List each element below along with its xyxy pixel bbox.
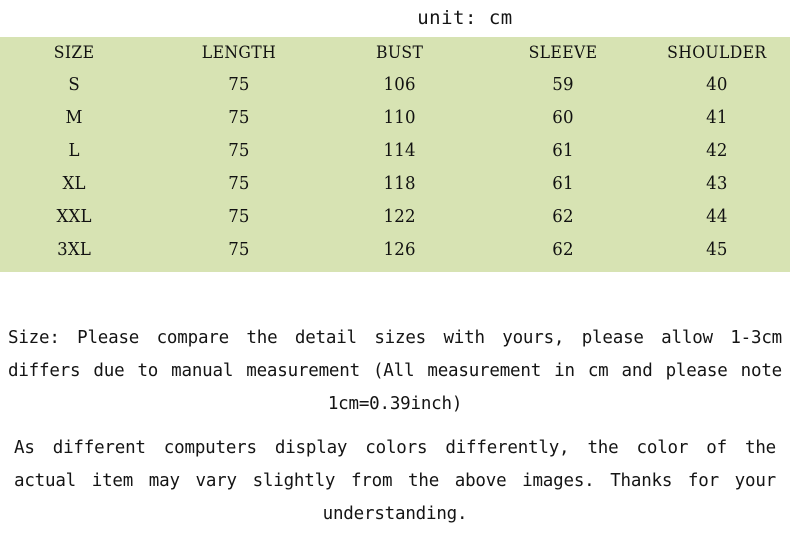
cell-size: XXL [56, 206, 92, 227]
cell-size: M [65, 107, 83, 128]
size-table-body: S 75 106 59 40 M 75 110 60 41 L 75 114 6… [0, 68, 790, 266]
table-row: M 75 110 60 41 [0, 101, 790, 134]
size-table-panel: SIZE LENGTH BUST SLEEVE SHOULDER S 75 10… [0, 37, 790, 272]
cell-bust: 106 [383, 74, 416, 95]
cell-shoulder: 43 [706, 173, 728, 194]
cell-bust: 114 [383, 140, 416, 161]
size-chart-page: unit: cm SIZE LENGTH BUST SLEEVE SHOULDE… [0, 0, 790, 557]
column-header-shoulder: SHOULDER [667, 42, 767, 63]
cell-bust: 126 [383, 239, 416, 260]
cell-length: 75 [228, 140, 250, 161]
cell-sleeve: 61 [552, 140, 574, 161]
cell-shoulder: 45 [706, 239, 728, 260]
cell-size: 3XL [57, 239, 92, 260]
column-header-length: LENGTH [201, 42, 277, 63]
cell-bust: 118 [383, 173, 416, 194]
cell-bust: 122 [383, 206, 416, 227]
table-row: XXL 75 122 62 44 [0, 200, 790, 233]
size-table: SIZE LENGTH BUST SLEEVE SHOULDER S 75 10… [0, 37, 790, 266]
size-table-header: SIZE LENGTH BUST SLEEVE SHOULDER [0, 37, 790, 68]
cell-sleeve: 62 [552, 239, 574, 260]
table-row: S 75 106 59 40 [0, 68, 790, 101]
cell-sleeve: 61 [552, 173, 574, 194]
cell-size: S [68, 74, 80, 95]
cell-sleeve: 59 [552, 74, 574, 95]
cell-size: XL [62, 173, 86, 194]
cell-shoulder: 40 [706, 74, 728, 95]
cell-shoulder: 41 [706, 107, 728, 128]
cell-sleeve: 62 [552, 206, 574, 227]
table-row: L 75 114 61 42 [0, 134, 790, 167]
table-row: 3XL 75 126 62 45 [0, 233, 790, 266]
size-disclaimer-note: Size: Please compare the detail sizes wi… [8, 328, 782, 414]
cell-length: 75 [228, 239, 250, 260]
unit-label: unit: cm [417, 7, 513, 29]
cell-length: 75 [228, 107, 250, 128]
column-header-sleeve: SLEEVE [528, 42, 598, 63]
cell-size: L [68, 140, 80, 161]
cell-length: 75 [228, 173, 250, 194]
cell-length: 75 [228, 74, 250, 95]
color-disclaimer-note: As different computers display colors di… [14, 438, 776, 524]
cell-sleeve: 60 [552, 107, 574, 128]
cell-shoulder: 42 [706, 140, 728, 161]
column-header-bust: BUST [375, 42, 424, 63]
cell-bust: 110 [383, 107, 416, 128]
cell-shoulder: 44 [706, 206, 728, 227]
table-header-row: SIZE LENGTH BUST SLEEVE SHOULDER [0, 37, 790, 68]
table-row: XL 75 118 61 43 [0, 167, 790, 200]
cell-length: 75 [228, 206, 250, 227]
column-header-size: SIZE [53, 42, 95, 63]
